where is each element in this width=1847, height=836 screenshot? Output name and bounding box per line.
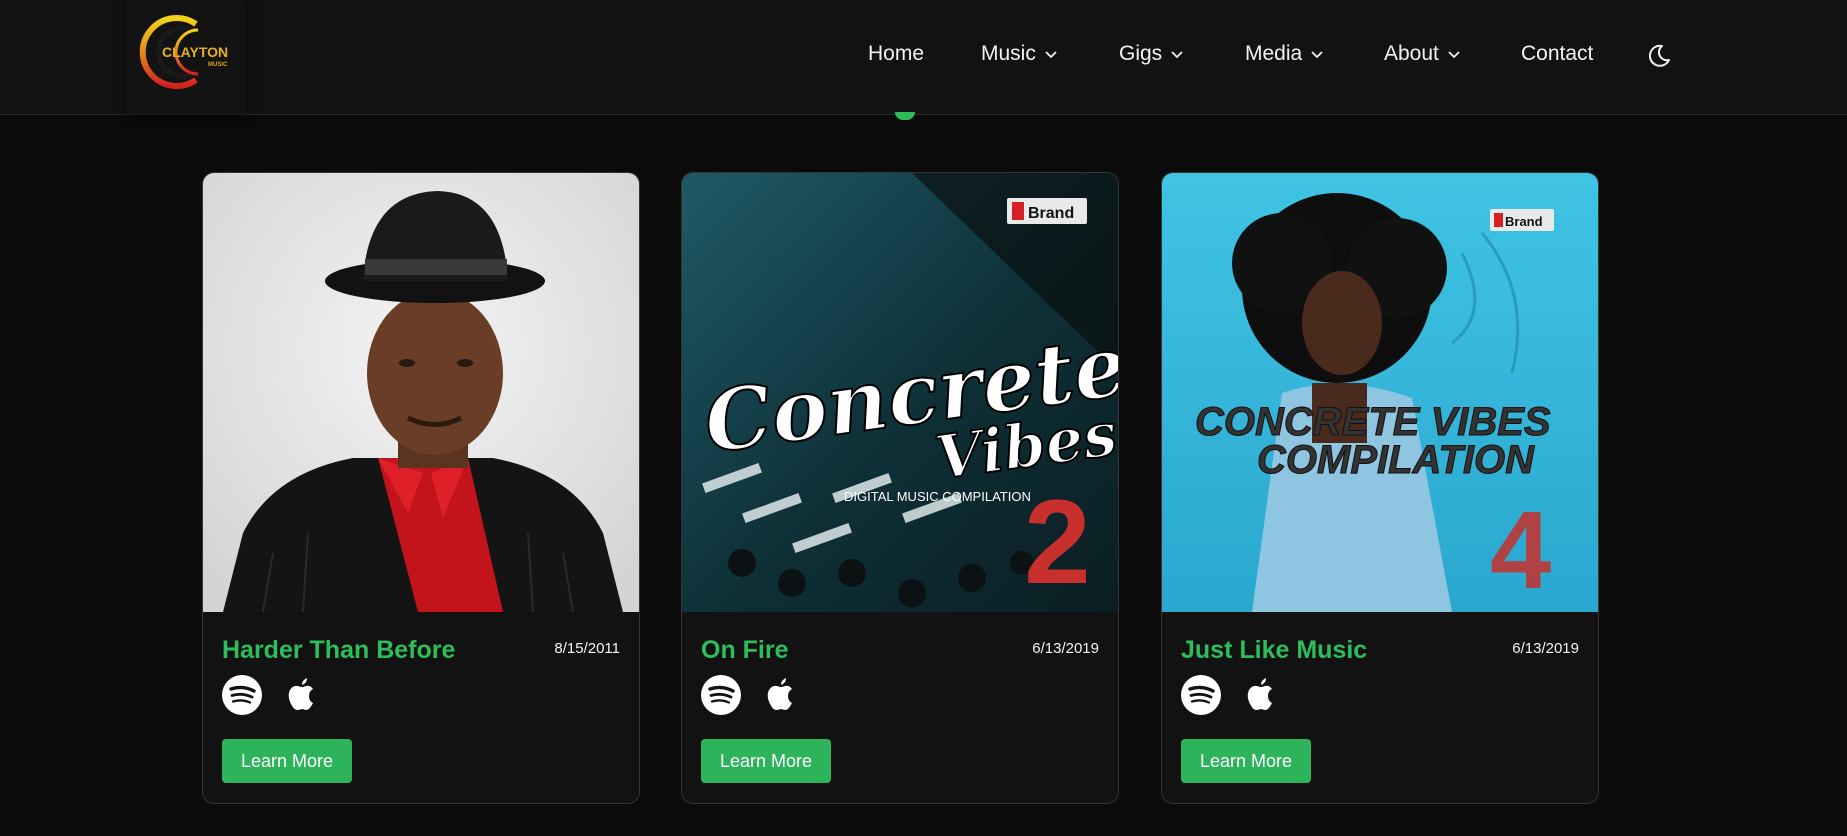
release-title[interactable]: Just Like Music	[1181, 636, 1367, 665]
chevron-down-icon	[1171, 51, 1183, 59]
nav-contact[interactable]: Contact	[1521, 42, 1593, 66]
site-header: CLAYTON MUSIC Home Music Gigs Media Abou…	[0, 0, 1847, 115]
release-date: 6/13/2019	[1032, 640, 1099, 657]
album-cover-image[interactable]	[203, 173, 639, 612]
apple-icon[interactable]	[1241, 675, 1281, 715]
spotify-icon[interactable]	[701, 675, 741, 715]
nav-media[interactable]: Media	[1245, 42, 1324, 66]
album-cover-image[interactable]: Brand CONCRETE VIBES COMPILATION 4	[1162, 173, 1598, 612]
album-cover-image[interactable]: Brand Concrete Vibes DIGITAL MUSIC COMPI…	[682, 173, 1118, 612]
nav-gigs[interactable]: Gigs	[1119, 42, 1184, 66]
svg-text:4: 4	[1490, 489, 1551, 612]
learn-more-button[interactable]: Learn More	[1181, 739, 1312, 783]
chevron-down-icon	[1448, 51, 1460, 59]
nav-music[interactable]: Music	[981, 42, 1058, 66]
svg-text:Brand: Brand	[1505, 214, 1543, 229]
chevron-down-icon	[1311, 51, 1323, 59]
nav-about[interactable]: About	[1384, 42, 1461, 66]
svg-text:Brand: Brand	[1028, 205, 1074, 222]
apple-icon[interactable]	[282, 675, 322, 715]
nav-contact-label: Contact	[1521, 42, 1594, 65]
release-card: Brand Concrete Vibes DIGITAL MUSIC COMPI…	[681, 172, 1119, 804]
spotify-icon[interactable]	[222, 675, 262, 715]
release-card: Harder Than Before 8/15/2011 Learn More	[202, 172, 640, 804]
nav-about-label: About	[1384, 42, 1439, 65]
apple-icon[interactable]	[761, 675, 801, 715]
learn-more-button[interactable]: Learn More	[222, 739, 353, 783]
nav-home[interactable]: Home	[868, 42, 924, 66]
svg-text:2: 2	[1024, 475, 1091, 609]
release-title[interactable]: On Fire	[701, 636, 789, 665]
release-title[interactable]: Harder Than Before	[222, 636, 455, 665]
svg-text:DIGITAL MUSIC COMPILATION: DIGITAL MUSIC COMPILATION	[844, 489, 1031, 504]
main-nav: Home Music Gigs Media About Contact	[0, 0, 1847, 114]
release-date: 8/15/2011	[554, 640, 620, 657]
nav-gigs-label: Gigs	[1119, 42, 1163, 65]
learn-more-button[interactable]: Learn More	[701, 739, 832, 783]
release-date: 6/13/2019	[1512, 640, 1579, 657]
chevron-down-icon	[1045, 51, 1057, 59]
moon-icon[interactable]	[1645, 42, 1673, 70]
section-heading-remnant	[895, 112, 915, 120]
release-card: Brand CONCRETE VIBES COMPILATION 4 Just …	[1161, 172, 1599, 804]
nav-music-label: Music	[981, 42, 1036, 65]
nav-media-label: Media	[1245, 42, 1303, 65]
spotify-icon[interactable]	[1181, 675, 1221, 715]
nav-home-label: Home	[868, 42, 925, 65]
svg-text:COMPILATION: COMPILATION	[1257, 438, 1535, 482]
